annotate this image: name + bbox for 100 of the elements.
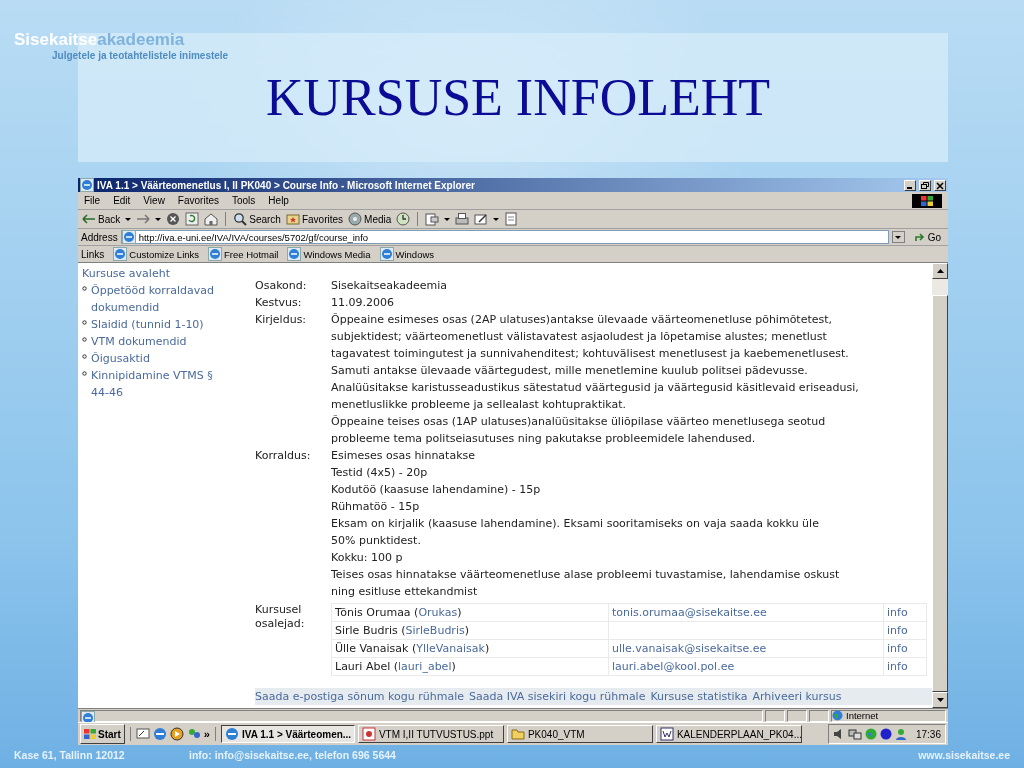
globe-icon xyxy=(832,710,843,721)
link-button[interactable]: Free Hotmail xyxy=(208,247,279,261)
stop-icon[interactable] xyxy=(166,212,181,226)
badge-icon[interactable] xyxy=(879,728,892,740)
folder-icon xyxy=(510,727,525,741)
people-icon[interactable] xyxy=(186,727,201,741)
bullet-icon xyxy=(82,337,87,342)
dropdown-caret-icon[interactable] xyxy=(125,217,132,221)
field-label: Kursusel osalejad: xyxy=(255,603,306,631)
menu-item[interactable]: Help xyxy=(268,195,289,206)
page-icon xyxy=(121,230,136,244)
taskbar-button[interactable]: VTM I,II TUTVUSTUS.ppt xyxy=(357,725,504,743)
address-label: Address xyxy=(81,231,118,243)
menu-item[interactable]: View xyxy=(143,195,165,206)
globe-icon[interactable] xyxy=(864,728,877,740)
field-value: ning esitluse ettekandmist xyxy=(331,584,479,600)
ie-icon[interactable] xyxy=(152,727,167,741)
back-button[interactable]: Back xyxy=(82,212,121,226)
field-value: Esimeses osas hinnatakse xyxy=(331,448,476,464)
sidebar-link[interactable]: Õigusaktid xyxy=(91,350,150,367)
field-value: subjektidest; väärteomenetlust välistavatest asjaoludest ja lõpetamise alustes; menetlust xyxy=(331,329,828,345)
taskbar-button[interactable]: IVA 1.1 > Väärteomen... xyxy=(220,725,355,743)
link-button[interactable]: Windows Media xyxy=(287,247,371,261)
sidebar-link[interactable]: Slaidid (tunnid 1-10) xyxy=(91,316,204,333)
desktop-icon[interactable] xyxy=(135,727,150,741)
clock: 17:36 xyxy=(915,728,941,740)
sidebar-link[interactable]: Õppetööd korraldavad dokumendid xyxy=(91,282,214,316)
history-icon[interactable] xyxy=(396,212,411,226)
footer-text: www.sisekaitse.ee xyxy=(918,749,1010,761)
field-value: Eksam on kirjalik (kaasuse lahendamine). Eksami sooritamiseks on vaja saada kokku üle xyxy=(331,516,820,532)
taskbar-button[interactable]: KALENDERPLAAN_PK04... xyxy=(655,725,802,743)
action-link[interactable]: Kursuse statistika xyxy=(650,688,748,705)
bullet-icon xyxy=(82,354,87,359)
sidebar-link[interactable]: Kursuse avaleht xyxy=(82,265,248,282)
user-link[interactable]: Orukas xyxy=(418,606,458,619)
sidebar-link[interactable]: Kinnipidamine VTMS § 44-46 xyxy=(91,367,213,401)
close-icon[interactable] xyxy=(935,180,945,190)
edit-icon[interactable] xyxy=(474,212,489,226)
windows-logo-icon xyxy=(921,195,933,206)
printer-icon[interactable] xyxy=(455,212,470,226)
scroll-up-icon[interactable] xyxy=(936,269,944,273)
table-cell: Lauri Abel (lauri_abel) xyxy=(331,657,609,676)
ie-icon xyxy=(208,247,223,261)
user-link[interactable]: lauri_abel xyxy=(398,660,452,673)
search-icon xyxy=(233,212,248,226)
field-value: Testid (4x5) - 20p xyxy=(331,465,429,481)
field-value: Õppeaine esimeses osas (2AP ulatuses)antakse ülevaade väärteomenetluse põhimõtetest, xyxy=(331,312,834,328)
menu-item[interactable]: File xyxy=(84,195,101,206)
taskbar-button[interactable]: PK040_VTM xyxy=(506,725,653,743)
address-field[interactable]: http://iva.e-uni.ee/IVA/IVA/courses/5702/gf/course_info xyxy=(120,230,889,244)
presentation-icon xyxy=(361,727,376,741)
favorites-button[interactable]: Favorites xyxy=(285,212,344,226)
footer-text: info: info@sisekaitse.ee, telefon 696 5644 xyxy=(189,749,396,761)
windows-logo-icon xyxy=(84,729,96,739)
media-icon xyxy=(348,212,363,226)
menu-item[interactable]: Favorites xyxy=(177,195,219,206)
ie-icon xyxy=(287,247,302,261)
window-title: IVA 1.1 > Väärteomenetlus I, II PK040 > Course Info - Microsoft Internet Explorer xyxy=(97,179,476,191)
dropdown-caret-icon[interactable] xyxy=(444,217,451,221)
media-button[interactable]: Media xyxy=(348,212,392,226)
field-value: menetluslikke probleeme ja sellealast kohtupraktikat. xyxy=(331,397,627,413)
links-label: Links xyxy=(81,248,105,260)
logo-tagline: Julgetele ja teotahtelistele inimestele xyxy=(52,50,229,61)
action-link[interactable]: Saada e-postiga sõnum kogu rühmale xyxy=(255,688,464,705)
action-link[interactable]: Saada IVA sisekiri kogu rühmale xyxy=(469,688,646,705)
dropdown-caret-icon[interactable] xyxy=(155,217,162,221)
dropdown-caret-icon[interactable] xyxy=(895,235,902,239)
link-button[interactable]: Customize Links xyxy=(113,247,200,261)
scrollbar[interactable] xyxy=(932,263,948,708)
action-link[interactable]: Arhiveeri kursus xyxy=(752,688,842,705)
logo-text: akadeemia xyxy=(97,30,185,50)
media-player-icon[interactable] xyxy=(169,727,184,741)
search-button[interactable]: Search xyxy=(233,212,281,226)
link-button[interactable]: Windows xyxy=(379,247,435,261)
field-label: Korraldus: xyxy=(255,448,312,464)
footer-text: Kase 61, Tallinn 12012 xyxy=(14,749,126,761)
bullet-icon xyxy=(82,320,87,325)
dropdown-caret-icon[interactable] xyxy=(493,217,500,221)
bullet-icon xyxy=(82,286,87,291)
table-cell: Sirle Budris (SirleBudris) xyxy=(331,621,609,640)
field-value: Õppeaine teises osas (1AP ulatuses)analüüsitakse üliõpilase väärteo menetlusega seotud xyxy=(331,414,827,430)
start-button[interactable]: Start xyxy=(80,724,125,744)
sidebar-link[interactable]: VTM dokumendid xyxy=(91,333,187,350)
network-icon[interactable] xyxy=(847,728,862,740)
logo-text: Sisekaitse xyxy=(14,30,98,50)
bullet-icon xyxy=(82,371,87,376)
refresh-icon[interactable] xyxy=(185,212,200,226)
zone-label: Internet xyxy=(846,710,879,721)
more-button[interactable]: » xyxy=(203,728,210,740)
user-link[interactable]: SirleBudris xyxy=(405,624,465,637)
home-icon[interactable] xyxy=(204,212,219,226)
people-icon[interactable] xyxy=(894,728,907,740)
go-arrow-icon xyxy=(913,231,926,243)
menu-item[interactable]: Tools xyxy=(232,195,256,206)
user-link[interactable]: YlleVanaisak xyxy=(416,642,485,655)
go-button[interactable]: Go xyxy=(913,231,941,243)
menu-item[interactable]: Edit xyxy=(113,195,131,206)
restore-icon[interactable] xyxy=(920,180,930,190)
scroll-down-icon[interactable] xyxy=(936,698,944,702)
field-value: 11.09.2006 xyxy=(331,295,394,311)
